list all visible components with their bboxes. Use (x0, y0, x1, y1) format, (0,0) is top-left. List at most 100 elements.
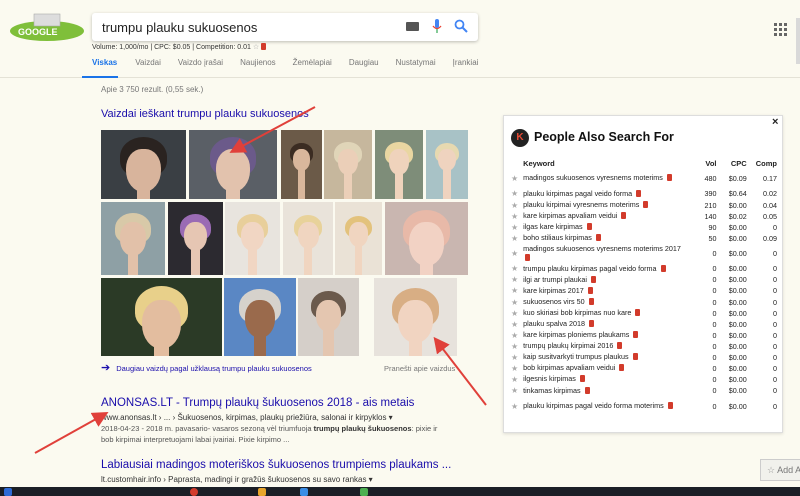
database-icon[interactable] (633, 331, 639, 339)
database-icon[interactable] (621, 211, 627, 219)
star-icon[interactable]: ★ (511, 274, 523, 285)
database-icon[interactable] (584, 386, 590, 394)
star-icon[interactable]: ★ (511, 169, 523, 188)
result-url-1[interactable]: www.anonsas.lt › ... › Šukuosenos, kirpi… (101, 413, 393, 422)
image-thumbnail[interactable] (385, 202, 468, 275)
keyword-cell[interactable]: kare kirpimas 2017 (523, 285, 686, 296)
image-thumbnail[interactable] (168, 202, 223, 275)
col-cpc[interactable]: CPC (717, 158, 747, 169)
keyword-cell[interactable]: ilgas kare kirpimas (523, 222, 686, 233)
database-icon[interactable] (261, 43, 267, 50)
star-icon[interactable]: ★ (511, 352, 523, 363)
keyword-cell[interactable]: plauku kirpimas pagal veido forma (523, 188, 686, 199)
star-icon[interactable]: ★ (511, 233, 523, 244)
image-thumbnail[interactable] (101, 278, 222, 356)
database-icon[interactable] (632, 353, 638, 361)
star-icon[interactable]: ★ (511, 385, 523, 396)
database-icon[interactable] (579, 375, 585, 383)
star-icon[interactable]: ★ (511, 244, 523, 263)
keyword-cell[interactable]: kaip susitvarkyti trumpus plaukus (523, 352, 686, 363)
col-comp[interactable]: Comp (747, 158, 777, 169)
col-vol[interactable]: Vol (686, 158, 716, 169)
image-thumbnail[interactable] (335, 202, 382, 275)
database-icon[interactable] (525, 253, 531, 261)
more-images-link[interactable]: ➔ Daugiau vaizdų pagal užklausą trumpu pl… (101, 361, 312, 374)
keyword-cell[interactable]: kuo skiriasi bob kirpimas nuo kare (523, 308, 686, 319)
keyword-cell[interactable]: trumpų plaukų kirpimai 2016 (523, 341, 686, 352)
image-thumbnail[interactable] (375, 130, 423, 199)
search-box[interactable]: trumpu plauku sukuosenos (92, 13, 478, 41)
keyword-cell[interactable]: madingos sukuosenos vyresnems moterims (523, 169, 686, 188)
folder-taskbar-icon[interactable] (258, 488, 266, 496)
tab-settings[interactable]: Nustatymai (396, 57, 436, 78)
image-thumbnail[interactable] (281, 130, 322, 199)
tab-maps[interactable]: Žemėlapiai (293, 57, 332, 78)
database-icon[interactable] (666, 174, 672, 182)
add-button[interactable]: ☆ Add A (760, 459, 800, 481)
database-icon[interactable] (586, 222, 592, 230)
star-icon[interactable]: ★ (511, 341, 523, 352)
database-icon[interactable] (660, 264, 666, 272)
tab-videos[interactable]: Vaizdo įrašai (178, 57, 223, 78)
database-icon[interactable] (635, 308, 641, 316)
images-heading-link[interactable]: Vaizdai ieškant trumpu plauku sukuosenos (101, 108, 309, 120)
keyword-cell[interactable]: ilgesnis kirpimas (523, 374, 686, 385)
database-icon[interactable] (617, 342, 623, 350)
keyword-cell[interactable]: boho stiliaus kirpimas (523, 233, 686, 244)
image-thumbnail[interactable] (283, 202, 333, 275)
keyword-cell[interactable]: kare kirpimas apvaliam veidui (523, 211, 686, 222)
browser-taskbar-icon[interactable] (190, 488, 198, 496)
image-thumbnail[interactable] (101, 202, 165, 275)
image-thumbnail[interactable] (374, 278, 457, 356)
star-icon[interactable]: ★ (511, 363, 523, 374)
keyword-cell[interactable]: tinkamas kirpimas (523, 385, 686, 396)
microphone-icon[interactable] (432, 19, 442, 34)
keyword-cell[interactable]: sukuosenos virs 50 (523, 297, 686, 308)
tab-news[interactable]: Naujienos (240, 57, 276, 78)
star-icon[interactable]: ★ (511, 211, 523, 222)
result-title-1[interactable]: ANONSAS.LT - Trumpų plaukų šukuosenos 20… (101, 397, 414, 409)
image-thumbnail[interactable] (224, 278, 296, 356)
tab-more[interactable]: Daugiau (349, 57, 379, 78)
keyboard-icon[interactable] (406, 22, 419, 31)
star-icon[interactable]: ★ (511, 297, 523, 308)
star-icon[interactable]: ☆ (253, 44, 259, 51)
database-icon[interactable] (591, 275, 596, 283)
star-icon[interactable]: ★ (511, 285, 523, 296)
app-taskbar-icon[interactable] (300, 488, 308, 496)
star-icon[interactable]: ★ (511, 263, 523, 274)
keyword-cell[interactable]: ilgi ar trumpi plaukai (523, 274, 686, 285)
keyword-cell[interactable]: kare kirpimas ploniems plaukams (523, 330, 686, 341)
star-icon[interactable]: ★ (511, 188, 523, 199)
keyword-cell[interactable]: plauku kirpimas pagal veido forma moteri… (523, 396, 686, 415)
database-icon[interactable] (595, 234, 601, 242)
tab-all[interactable]: Viskas (82, 57, 119, 78)
scrollbar[interactable] (796, 18, 800, 64)
app-taskbar-icon[interactable] (360, 488, 368, 496)
start-icon[interactable] (4, 488, 12, 496)
database-icon[interactable] (643, 200, 649, 208)
tab-tools[interactable]: Įrankiai (453, 57, 479, 78)
star-icon[interactable]: ★ (511, 330, 523, 341)
image-thumbnail[interactable] (189, 130, 277, 199)
keyword-cell[interactable]: plauku spalva 2018 (523, 319, 686, 330)
keyword-cell[interactable]: madingos sukuosenos vyresnems moterims 2… (523, 244, 686, 263)
database-icon[interactable] (587, 286, 593, 294)
image-thumbnail[interactable] (225, 202, 280, 275)
database-icon[interactable] (667, 401, 673, 409)
google-doodle-logo[interactable]: GOOGLE (8, 12, 86, 42)
result-title-2[interactable]: Labiausiai madingos moteriškos šukuoseno… (101, 459, 451, 471)
search-input[interactable]: trumpu plauku sukuosenos (102, 20, 257, 35)
database-icon[interactable] (619, 364, 625, 372)
star-icon[interactable]: ★ (511, 222, 523, 233)
search-icon[interactable] (454, 19, 468, 33)
tab-images[interactable]: Vaizdai (135, 57, 161, 78)
database-icon[interactable] (589, 320, 595, 328)
star-icon[interactable]: ★ (511, 319, 523, 330)
star-icon[interactable]: ★ (511, 374, 523, 385)
keyword-cell[interactable]: trumpu plauku kirpimas pagal veido forma (523, 263, 686, 274)
result-url-2[interactable]: lt.customhair.info › Paprasta, madingi i… (101, 475, 373, 484)
database-icon[interactable] (588, 297, 594, 305)
apps-grid-icon[interactable] (774, 23, 787, 36)
database-icon[interactable] (636, 189, 642, 197)
